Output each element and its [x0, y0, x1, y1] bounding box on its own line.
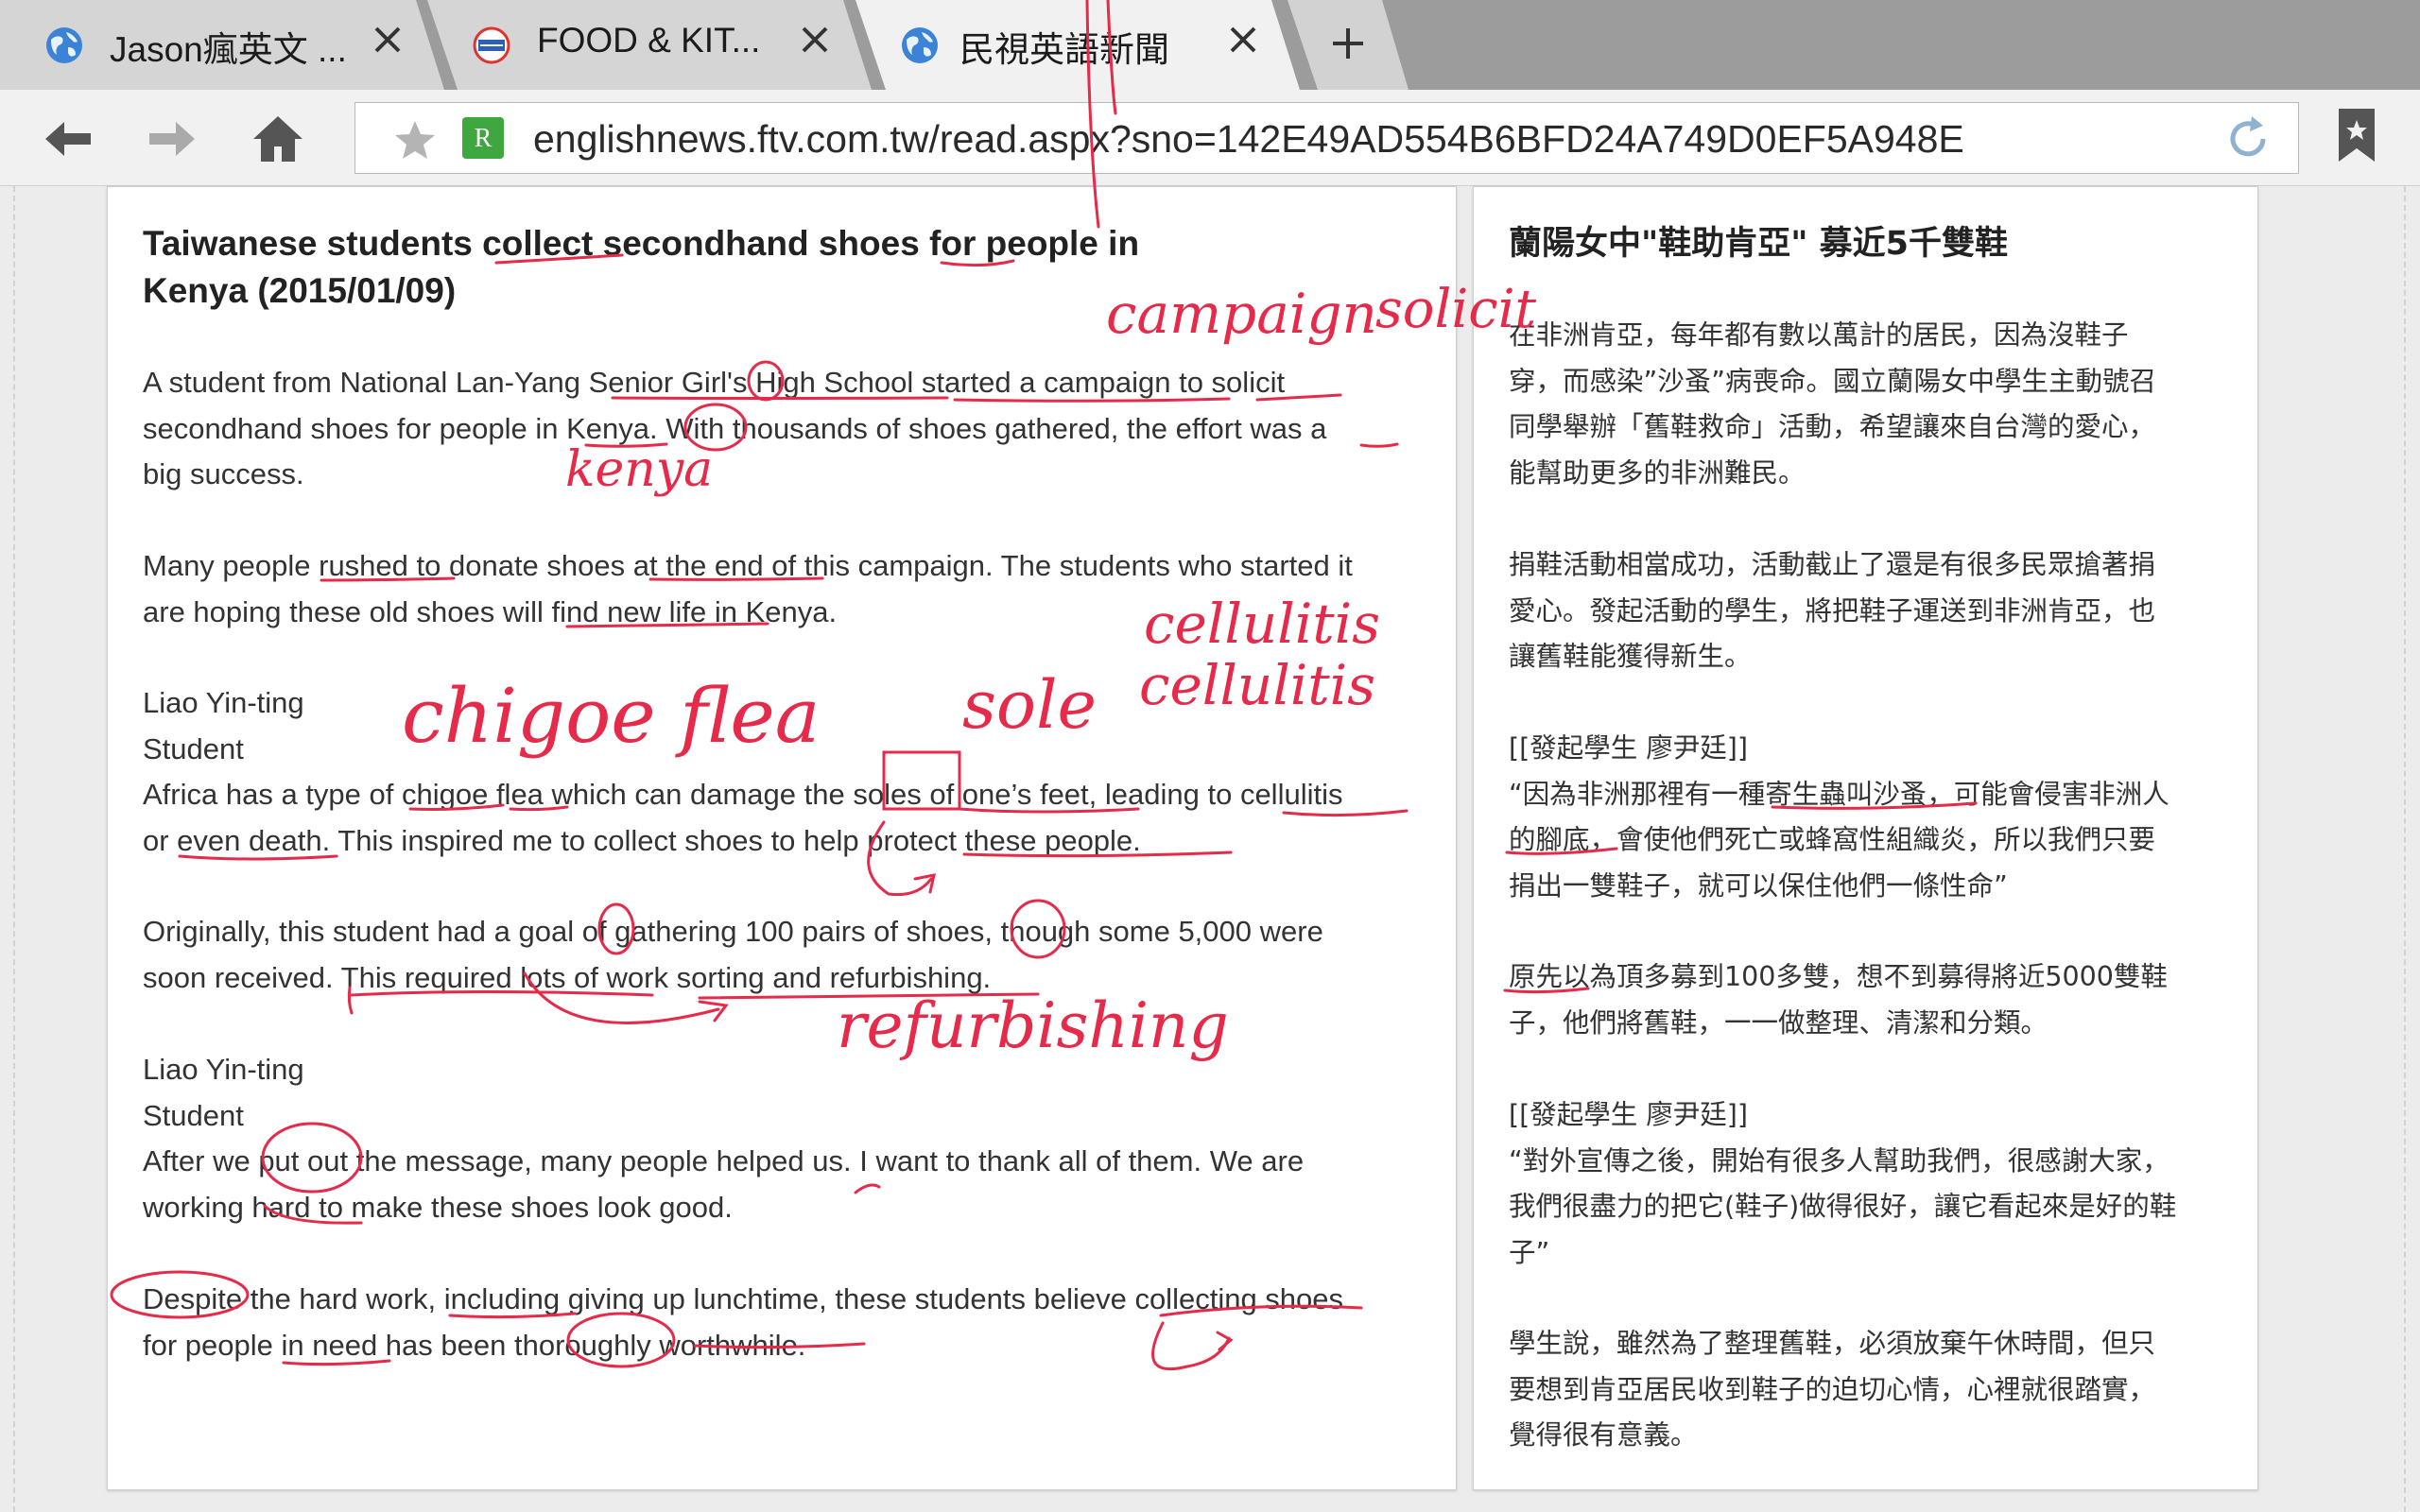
- paragraph: Originally, this student had a goal of g…: [143, 909, 1428, 1001]
- headline-line: Kenya (2015/01/09): [143, 271, 457, 310]
- text-line: 覺得很有意義。: [1509, 1419, 1698, 1451]
- tab-title: FOOD & KIT...: [537, 21, 761, 60]
- tab-ftv-english-news[interactable]: 民視英語新聞: [856, 0, 1300, 90]
- text-line: secondhand shoes for people in Kenya. Wi…: [143, 411, 1327, 445]
- text-line: Originally, this student had a goal of g…: [143, 915, 1323, 948]
- text-line: big success.: [143, 457, 304, 490]
- plus-icon: [1333, 28, 1363, 59]
- paragraph: Liao Yin-ting Student After we put out t…: [143, 1047, 1428, 1230]
- text-line: A student from National Lan-Yang Senior …: [143, 366, 1286, 399]
- speaker-name: Liao Yin-ting: [143, 686, 304, 719]
- text-line: 能幫助更多的非洲難民。: [1509, 456, 1806, 489]
- text-line: soon received. This required lots of wor…: [143, 960, 992, 994]
- english-article: Taiwanese students collect secondhand sh…: [107, 186, 1457, 1490]
- text-line: for people in need has been thoroughly w…: [143, 1328, 806, 1362]
- tab-title: 民視英語新聞: [959, 30, 1169, 69]
- star-icon[interactable]: [393, 118, 437, 162]
- close-icon[interactable]: [1224, 21, 1262, 59]
- text-line: 的腳底，會使他們死亡或蜂窩性組織炎，所以我們只要: [1509, 824, 2156, 855]
- arrow-left-icon[interactable]: [40, 111, 96, 167]
- text-line: 讓舊鞋能獲得新生。: [1509, 641, 1752, 672]
- paragraph: A student from National Lan-Yang Senior …: [143, 360, 1428, 498]
- rss-icon[interactable]: R: [461, 116, 505, 160]
- globe-icon: [902, 27, 938, 63]
- speaker-name: [[發起學生 廖尹廷]]: [1509, 732, 1749, 764]
- tab-food-kitchen[interactable]: FOOD & KIT...: [427, 0, 872, 90]
- paragraph: Many people rushed to donate shoes at th…: [143, 543, 1428, 635]
- text-line: “對外宣傳之後，開始有很多人幫助我們，很感謝大家，: [1509, 1144, 2169, 1177]
- paragraph: 捐鞋活動相當成功，活動截止了還是有很多民眾搶著捐 愛心。發起活動的學生，將把鞋子…: [1509, 542, 2246, 680]
- speaker-role: Student: [143, 731, 244, 765]
- text-line: 要想到肯亞居民收到鞋子的迫切心情，心裡就很踏實，: [1509, 1373, 2156, 1405]
- text-line: 子”: [1509, 1236, 1550, 1268]
- new-tab-button[interactable]: [1288, 0, 1409, 90]
- article-headline: Taiwanese students collect secondhand sh…: [143, 220, 1277, 315]
- tab-strip: Jason瘋英文 ... FOOD & KIT... 民視英語新聞: [0, 0, 2420, 90]
- text-line: 捐鞋活動相當成功，活動截止了還是有很多民眾搶著捐: [1509, 549, 2156, 580]
- article-headline: 蘭陽女中"鞋助肯亞" 募近5千雙鞋: [1509, 225, 2009, 263]
- paragraph: 學生說，雖然為了整理舊鞋，必須放棄午休時間，但只 要想到肯亞居民收到鞋子的迫切心…: [1509, 1321, 2246, 1459]
- arrow-right-icon[interactable]: [144, 111, 200, 167]
- svg-text:R: R: [475, 124, 493, 153]
- headline-line: Taiwanese students collect secondhand sh…: [143, 224, 1140, 263]
- text-line: 捐出一雙鞋子，就可以保住他們一條性命”: [1509, 869, 2008, 902]
- text-line: 在非洲肯亞，每年都有數以萬計的居民，因為沒鞋子: [1509, 319, 2129, 351]
- text-line: “因為非洲那裡有一種寄生蟲叫沙蚤，可能會侵害非洲人: [1509, 778, 2169, 810]
- text-line: or even death. This inspired me to colle…: [143, 823, 1141, 857]
- globe-icon: [46, 27, 82, 63]
- text-line: are hoping these old shoes will find new…: [143, 594, 838, 628]
- text-line: 同學舉辦「舊鞋救命」活動，希望讓來自台灣的愛心，: [1509, 411, 2156, 442]
- page-border: [2404, 186, 2406, 1512]
- url-text[interactable]: englishnews.ftv.com.tw/read.aspx?sno=142…: [533, 117, 1964, 162]
- home-icon[interactable]: [250, 111, 306, 167]
- text-line: 愛心。發起活動的學生，將把鞋子運送到非洲肯亞，也: [1509, 594, 2156, 627]
- text-line: After we put out the message, many peopl…: [143, 1144, 1305, 1177]
- text-line: Despite the hard work, including giving …: [143, 1282, 1344, 1315]
- tab-jason[interactable]: Jason瘋英文 ...: [0, 0, 444, 90]
- text-line: Many people rushed to donate shoes at th…: [143, 549, 1353, 582]
- close-icon[interactable]: [796, 21, 834, 59]
- speaker-name: Liao Yin-ting: [143, 1053, 304, 1086]
- text-line: Africa has a type of chigoe flea which c…: [143, 778, 1343, 811]
- address-bar[interactable]: R englishnews.ftv.com.tw/read.aspx?sno=1…: [354, 102, 2299, 174]
- paragraph: [[發起學生 廖尹廷]] “因為非洲那裡有一種寄生蟲叫沙蚤，可能會侵害非洲人 的…: [1509, 726, 2246, 909]
- text-line: 原先以為頂多募到100多雙，想不到募得將近5000雙鞋: [1509, 961, 2168, 992]
- paragraph: [[發起學生 廖尹廷]] “對外宣傳之後，開始有很多人幫助我們，很感謝大家， 我…: [1509, 1092, 2246, 1276]
- bookmark-icon[interactable]: [2333, 107, 2380, 165]
- paragraph: Liao Yin-ting Student Africa has a type …: [143, 680, 1428, 864]
- site-logo-icon: [473, 26, 510, 64]
- close-icon[interactable]: [369, 21, 406, 59]
- tab-title: Jason瘋英文 ...: [110, 30, 347, 69]
- speaker-role: Student: [143, 1098, 244, 1132]
- text-line: 我們很盡力的把它(鞋子)做得很好，讓它看起來是好的鞋: [1509, 1191, 2177, 1222]
- text-line: 子，他們將舊鞋，一一做整理、清潔和分類。: [1509, 1006, 2048, 1039]
- speaker-name: [[發起學生 廖尹廷]]: [1509, 1099, 1749, 1130]
- reload-icon[interactable]: [2221, 112, 2274, 165]
- text-line: working hard to make these shoes look go…: [143, 1190, 733, 1224]
- text-line: 穿，而感染”沙蚤”病喪命。國立蘭陽女中學生主動號召: [1509, 365, 2157, 397]
- toolbar: R englishnews.ftv.com.tw/read.aspx?sno=1…: [0, 90, 2420, 186]
- paragraph: 在非洲肯亞，每年都有數以萬計的居民，因為沒鞋子 穿，而感染”沙蚤”病喪命。國立蘭…: [1509, 313, 2246, 496]
- paragraph: Despite the hard work, including giving …: [143, 1277, 1428, 1368]
- chinese-article: 蘭陽女中"鞋助肯亞" 募近5千雙鞋 在非洲肯亞，每年都有數以萬計的居民，因為沒鞋…: [1473, 186, 2258, 1490]
- paragraph: 原先以為頂多募到100多雙，想不到募得將近5000雙鞋 子，他們將舊鞋，一一做整…: [1509, 954, 2246, 1046]
- text-line: 學生說，雖然為了整理舊鞋，必須放棄午休時間，但只: [1509, 1328, 2156, 1359]
- page-border: [13, 186, 15, 1512]
- page-content: Taiwanese students collect secondhand sh…: [0, 186, 2420, 1512]
